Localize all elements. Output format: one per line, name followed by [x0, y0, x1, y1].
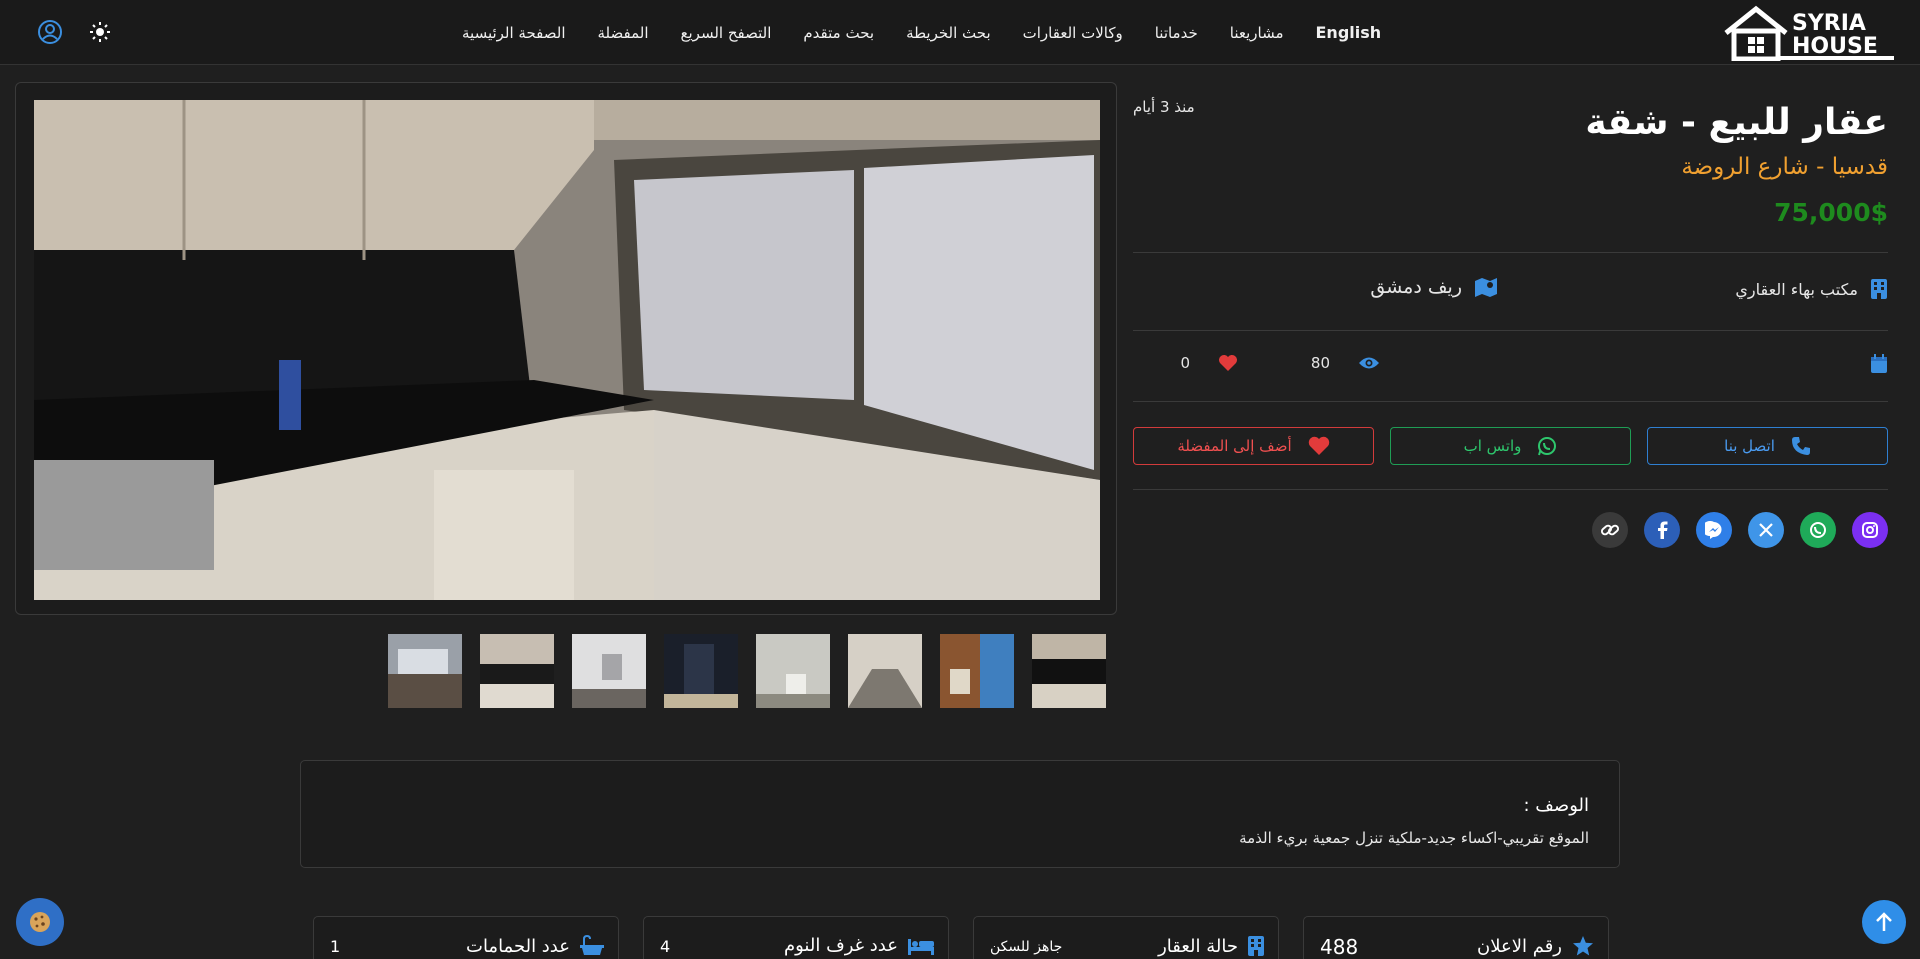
call-button-label: اتصل بنا [1724, 437, 1775, 455]
feature-cards: رقم الاعلان 488 حالة العقار جاهز للسكن ع… [313, 916, 1609, 959]
svg-text:HOUSE: HOUSE [1792, 34, 1878, 59]
nav-advanced-search[interactable]: بحث متقدم [803, 24, 874, 42]
star-icon [1573, 936, 1593, 956]
feature-value: 1 [330, 937, 341, 956]
feature-label: عدد الحمامات [466, 935, 570, 957]
calendar-icon [1871, 354, 1887, 373]
agency-office[interactable]: مكتب بهاء العقاري [1735, 278, 1888, 300]
thumbnail-image[interactable] [848, 634, 922, 708]
arrow-up-icon [1876, 912, 1892, 931]
contact-actions: اتصل بنا واتس اب أضف إلى المفضلة [1133, 427, 1888, 465]
building-icon [1871, 279, 1887, 299]
building-icon [1248, 936, 1264, 956]
region-name: ريف دمشق [1370, 276, 1462, 298]
nav-home[interactable]: الصفحة الرئيسية [462, 24, 566, 42]
heart-icon [1308, 436, 1329, 455]
share-buttons [1592, 512, 1888, 548]
top-navbar: SYRIA HOUSE الصفحة الرئيسية المفضلة التص… [0, 0, 1920, 65]
site-logo[interactable]: SYRIA HOUSE [1722, 5, 1896, 62]
cookie-settings-button[interactable] [16, 898, 64, 946]
feature-value: جاهز للسكن [990, 939, 1063, 955]
thumbnail-image[interactable] [756, 634, 830, 708]
divider [1133, 401, 1888, 402]
thumbnail-image[interactable] [572, 634, 646, 708]
bath-icon [580, 935, 604, 955]
nav-utility-icons [36, 18, 114, 46]
bed-icon [908, 938, 934, 955]
nav-projects[interactable]: مشاريعنا [1230, 24, 1284, 42]
thumbnail-strip [388, 634, 1106, 708]
messenger-icon[interactable] [1696, 512, 1732, 548]
link-icon[interactable] [1592, 512, 1628, 548]
listing-title: عقار للبيع - شقة [1585, 102, 1888, 143]
language-switch[interactable]: English [1316, 23, 1382, 42]
description-card: الوصف : الموقع تقريبي-اكساء جديد-ملكية ت… [300, 760, 1620, 868]
x-icon[interactable] [1748, 512, 1784, 548]
map-location-icon [1475, 278, 1497, 297]
cookie-icon [30, 912, 50, 932]
description-text: الموقع تقريبي-اكساء جديد-ملكية تنزل جمعي… [1239, 829, 1589, 847]
instagram-icon[interactable] [1852, 512, 1888, 548]
sun-icon[interactable] [86, 18, 114, 46]
feature-label: رقم الاعلان [1477, 935, 1562, 957]
house-logo-icon: SYRIA HOUSE [1724, 5, 1894, 62]
nav-map-search[interactable]: بحث الخريطة [906, 24, 991, 42]
feature-card-bathrooms: عدد الحمامات 1 [313, 916, 619, 959]
eye-icon [1359, 357, 1379, 369]
views-count: 80 [1310, 354, 1330, 372]
nav-agencies[interactable]: وكالات العقارات [1023, 24, 1123, 42]
thumbnail-image[interactable] [1032, 634, 1106, 708]
divider [1133, 252, 1888, 253]
whatsapp-icon[interactable] [1800, 512, 1836, 548]
whatsapp-button[interactable]: واتس اب [1390, 427, 1631, 465]
listing-price: 75,000$ [1774, 198, 1888, 227]
thumbnail-image[interactable] [388, 634, 462, 708]
user-circle-icon[interactable] [36, 18, 64, 46]
feature-label: حالة العقار [1158, 935, 1238, 957]
nav-quick-browse[interactable]: التصفح السريع [681, 24, 772, 42]
description-title: الوصف : [1523, 795, 1590, 816]
posted-time: منذ 3 أيام [1133, 98, 1195, 116]
add-to-favorites-button[interactable]: أضف إلى المفضلة [1133, 427, 1374, 465]
main-nav: الصفحة الرئيسية المفضلة التصفح السريع بح… [430, 0, 1430, 65]
whatsapp-icon [1538, 437, 1557, 456]
nav-services[interactable]: خدماتنا [1155, 24, 1198, 42]
scroll-to-top-button[interactable] [1862, 900, 1906, 944]
photo-gallery [15, 82, 1117, 615]
svg-text:SYRIA: SYRIA [1792, 11, 1866, 36]
divider [1133, 489, 1888, 490]
phone-icon [1791, 437, 1810, 455]
likes-stat: 0 [1180, 354, 1238, 372]
agency-office-name: مكتب بهاء العقاري [1735, 279, 1858, 299]
views-stat: 80 [1311, 354, 1380, 372]
feature-label: عدد غرف النوم [783, 935, 898, 956]
feature-card-ad-number: رقم الاعلان 488 [1303, 916, 1609, 959]
likes-count: 0 [1180, 354, 1190, 372]
calendar-stat [1870, 354, 1888, 374]
listing-location: قدسيا - شارع الروضة [1681, 154, 1888, 180]
whatsapp-button-label: واتس اب [1463, 437, 1522, 455]
heart-icon [1219, 355, 1237, 371]
thumbnail-image[interactable] [940, 634, 1014, 708]
thumbnail-image[interactable] [480, 634, 554, 708]
feature-card-status: حالة العقار جاهز للسكن [973, 916, 1279, 959]
favorite-button-label: أضف إلى المفضلة [1177, 437, 1292, 455]
listing-region: ريف دمشق [1370, 276, 1498, 298]
facebook-icon[interactable] [1644, 512, 1680, 548]
main-property-photo[interactable] [34, 100, 1100, 600]
feature-value: 488 [1320, 935, 1359, 959]
feature-value: 4 [660, 937, 671, 956]
call-button[interactable]: اتصل بنا [1647, 427, 1888, 465]
divider [1133, 330, 1888, 331]
thumbnail-image[interactable] [664, 634, 738, 708]
nav-favorites[interactable]: المفضلة [598, 24, 649, 42]
feature-card-bedrooms: عدد غرف النوم 4 [643, 916, 949, 959]
